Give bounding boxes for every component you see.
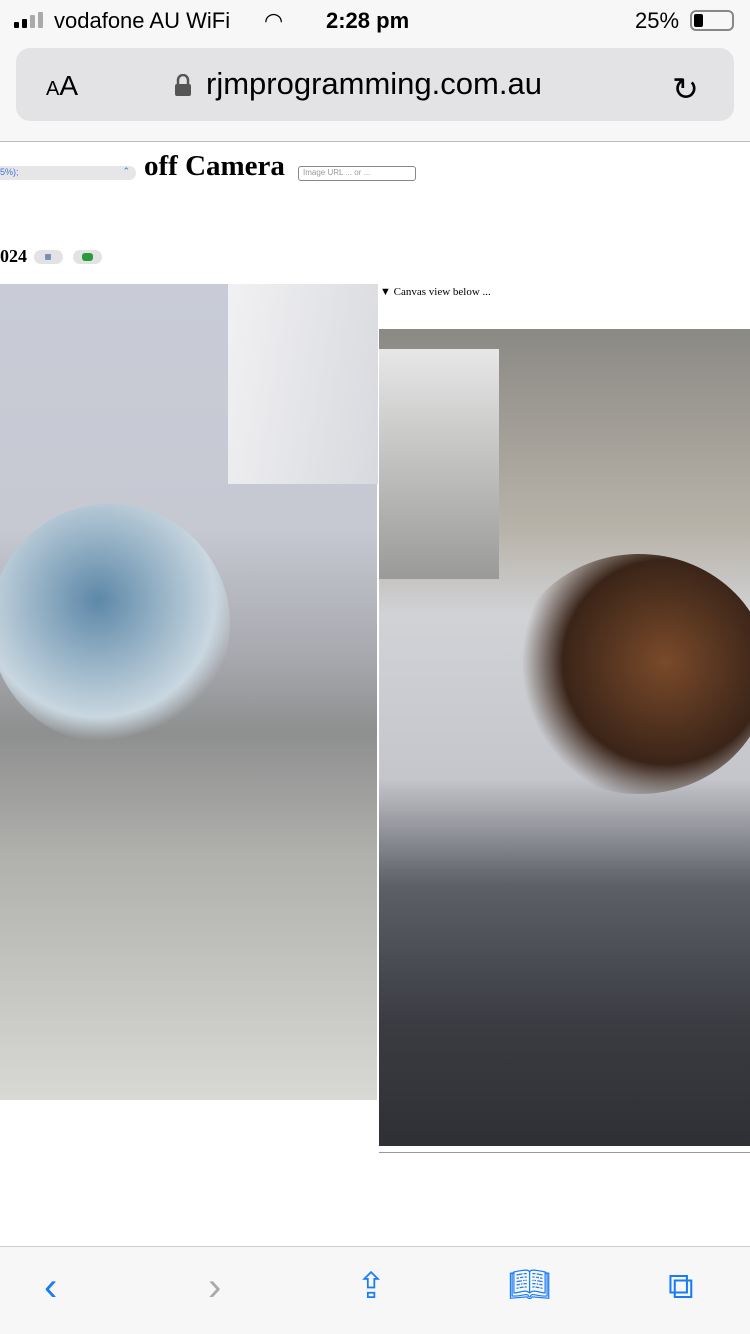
camera-video-inverted	[0, 284, 378, 1100]
carrier: vodafone AU WiFi	[54, 8, 231, 33]
canvas-summary-label: Canvas view below ...	[393, 286, 491, 298]
url-text[interactable]: rjmprogramming.com.au	[206, 66, 542, 102]
lock-icon	[175, 74, 191, 96]
canvas-details-toggle[interactable]: ▼ Canvas view below ...	[380, 286, 491, 298]
bookmarks-icon[interactable]: 📖︎	[508, 1265, 551, 1305]
reload-icon[interactable]: ↻	[672, 70, 699, 108]
image-url-input[interactable]: Image URL ... or ...	[298, 166, 416, 181]
year-text: 024	[0, 246, 27, 266]
page-title: off Camera	[144, 150, 285, 182]
forward-icon[interactable]: ›	[208, 1265, 221, 1310]
wifi-icon: ◠	[264, 8, 284, 33]
camera-icon	[45, 254, 51, 260]
text-size-button[interactable]: AA	[46, 70, 78, 102]
battery-percent: 25%	[635, 8, 680, 33]
address-bar[interactable]: AA rjmprogramming.com.au ↻	[16, 48, 734, 121]
browser-toolbar: AA rjmprogramming.com.au ↻	[0, 40, 750, 142]
browser-bottom-bar: ‹ › ⇪ 📖︎ ⧉	[0, 1246, 750, 1334]
canvas-image	[379, 329, 750, 1146]
back-icon[interactable]: ‹	[44, 1265, 57, 1310]
select-value: 5%);	[0, 167, 19, 177]
camera-button[interactable]	[34, 250, 63, 264]
signal-icon	[14, 12, 43, 28]
chevron-updown-icon: ⌃	[122, 166, 130, 176]
clock: 2:28 pm	[326, 8, 410, 33]
web-page: 5%); ⌃ off Camera Image URL ... or ... 02…	[0, 142, 750, 1246]
capture-button[interactable]	[73, 250, 102, 264]
tabs-icon[interactable]: ⧉	[668, 1265, 694, 1308]
status-bar: vodafone AU WiFi ◠ 2:28 pm 25%	[0, 0, 750, 40]
share-icon[interactable]: ⇪	[356, 1265, 386, 1307]
green-record-icon	[82, 253, 93, 261]
style-select[interactable]: 5%); ⌃	[0, 166, 136, 180]
battery-icon	[690, 10, 734, 31]
divider	[379, 1152, 750, 1153]
